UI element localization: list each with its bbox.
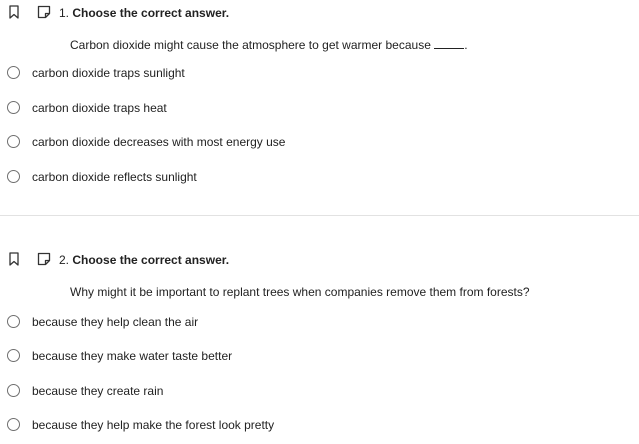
prompt-text: Why might it be important to replant tre… (70, 285, 530, 299)
radio-button[interactable] (7, 170, 20, 183)
question-number: 1. (59, 6, 70, 20)
answer-option[interactable]: carbon dioxide traps heat (0, 97, 639, 119)
question-number: 2. (59, 253, 70, 267)
option-label: carbon dioxide decreases with most energ… (32, 135, 286, 149)
radio-button[interactable] (7, 135, 20, 148)
option-label: carbon dioxide traps heat (32, 101, 167, 115)
note-icon[interactable] (37, 252, 51, 266)
option-label: carbon dioxide reflects sunlight (32, 170, 197, 184)
question-instruction: Choose the correct answer. (72, 253, 230, 267)
prompt-text: Carbon dioxide might cause the atmospher… (70, 38, 431, 52)
answer-option[interactable]: because they make water taste better (0, 345, 639, 367)
option-label: because they make water taste better (32, 349, 233, 363)
answer-option[interactable]: because they help clean the air (0, 311, 639, 333)
answer-option[interactable]: because they create rain (0, 380, 639, 402)
answer-option[interactable]: carbon dioxide reflects sunlight (0, 166, 639, 188)
prompt-end: . (464, 38, 468, 52)
question-1-header: 1. Choose the correct answer. (0, 4, 639, 22)
question-2-header: 2. Choose the correct answer. (0, 251, 639, 269)
radio-button[interactable] (7, 66, 20, 79)
question-2: 2. Choose the correct answer. Why might … (0, 216, 639, 444)
question-title: 1. Choose the correct answer. (59, 6, 229, 20)
bookmark-icon[interactable] (8, 5, 20, 19)
radio-button[interactable] (7, 315, 20, 328)
option-label: because they help clean the air (32, 315, 199, 329)
note-icon[interactable] (37, 5, 51, 19)
radio-button[interactable] (7, 349, 20, 362)
question-1: 1. Choose the correct answer. Carbon dio… (0, 0, 639, 215)
question-title: 2. Choose the correct answer. (59, 253, 229, 267)
question-instruction: Choose the correct answer. (72, 6, 230, 20)
question-prompt: Why might it be important to replant tre… (70, 285, 530, 299)
option-label: because they create rain (32, 384, 164, 398)
answer-option[interactable]: carbon dioxide traps sunlight (0, 62, 639, 84)
option-label: carbon dioxide traps sunlight (32, 66, 185, 80)
bookmark-icon[interactable] (8, 252, 20, 266)
answer-option[interactable]: because they help make the forest look p… (0, 414, 639, 436)
option-label: because they help make the forest look p… (32, 418, 275, 432)
radio-button[interactable] (7, 101, 20, 114)
answer-option[interactable]: carbon dioxide decreases with most energ… (0, 131, 639, 153)
radio-button[interactable] (7, 418, 20, 431)
question-prompt: Carbon dioxide might cause the atmospher… (70, 38, 468, 52)
answer-blank (434, 38, 465, 49)
radio-button[interactable] (7, 384, 20, 397)
